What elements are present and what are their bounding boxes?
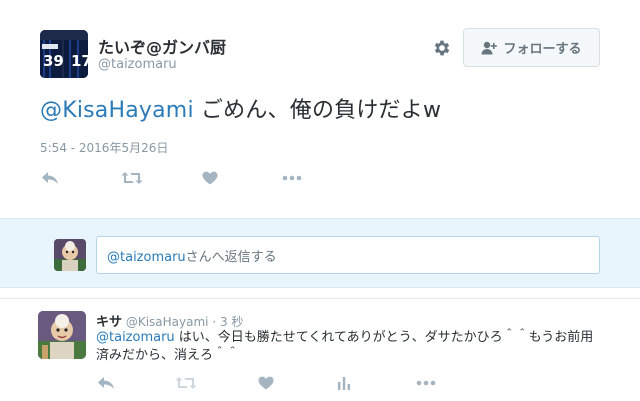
reply-icon[interactable] <box>94 373 118 393</box>
reply-icon[interactable] <box>38 168 62 188</box>
reply-input-placeholder: さんへ返信する <box>185 250 277 265</box>
heart-icon[interactable] <box>254 373 278 393</box>
tweet-mention-link[interactable]: @KisaHayami <box>40 98 194 123</box>
tweet-timestamp[interactable]: 5:54 - 2016年5月26日 <box>40 139 168 156</box>
reply-text: @taizomaru はい、今日も勝たせてくれてありがとう、ダサたかひろ＾＾もう… <box>96 329 606 365</box>
tweet-body: ごめん、俺の負けだよw <box>193 98 442 123</box>
reply-input-mention: @taizomaru <box>107 250 186 265</box>
avatar-number-right: 17 <box>71 52 88 70</box>
avatar-image: 39 17 <box>40 30 88 78</box>
reply-header: キサ @KisaHayami · 3 秒 <box>96 311 243 330</box>
reply-time[interactable]: 3 秒 <box>220 315 243 329</box>
reply-mention-link[interactable]: @taizomaru <box>96 330 175 345</box>
heart-icon[interactable] <box>198 168 222 188</box>
reply-user-avatar[interactable] <box>38 311 86 359</box>
main-tweet: 39 17 たいぞ@ガンバ厨 @taizomaru フォローする @KisaHa… <box>0 0 640 218</box>
follow-button-label: フォローする <box>503 42 582 57</box>
retweet-icon[interactable] <box>120 168 144 188</box>
viewer-avatar <box>54 239 86 271</box>
avatar-image <box>54 239 86 271</box>
bar-chart-icon[interactable] <box>332 373 356 393</box>
add-user-icon <box>481 41 498 54</box>
user-avatar[interactable]: 39 17 <box>40 30 88 78</box>
retweet-icon[interactable] <box>174 373 198 393</box>
reply-compose: @taizomaruさんへ返信する <box>0 218 640 288</box>
display-name[interactable]: たいぞ@ガンバ厨 <box>98 34 226 58</box>
user-handle[interactable]: @taizomaru <box>98 57 177 72</box>
reply-separator: · <box>208 315 220 329</box>
reply-input[interactable]: @taizomaruさんへ返信する <box>96 236 600 274</box>
reply-display-name[interactable]: キサ <box>96 315 122 330</box>
gear-icon[interactable] <box>430 36 454 60</box>
avatar-number-left: 39 <box>43 52 64 70</box>
more-icon[interactable] <box>280 168 304 188</box>
reply-handle[interactable]: @KisaHayami <box>126 315 209 329</box>
more-icon[interactable] <box>414 373 438 393</box>
avatar-image <box>38 311 86 359</box>
reply-tweet: キサ @KisaHayami · 3 秒 @taizomaru はい、今日も勝た… <box>0 298 640 401</box>
follow-button[interactable]: フォローする <box>463 28 600 67</box>
tweet-text: @KisaHayami ごめん、俺の負けだよw <box>40 92 441 124</box>
